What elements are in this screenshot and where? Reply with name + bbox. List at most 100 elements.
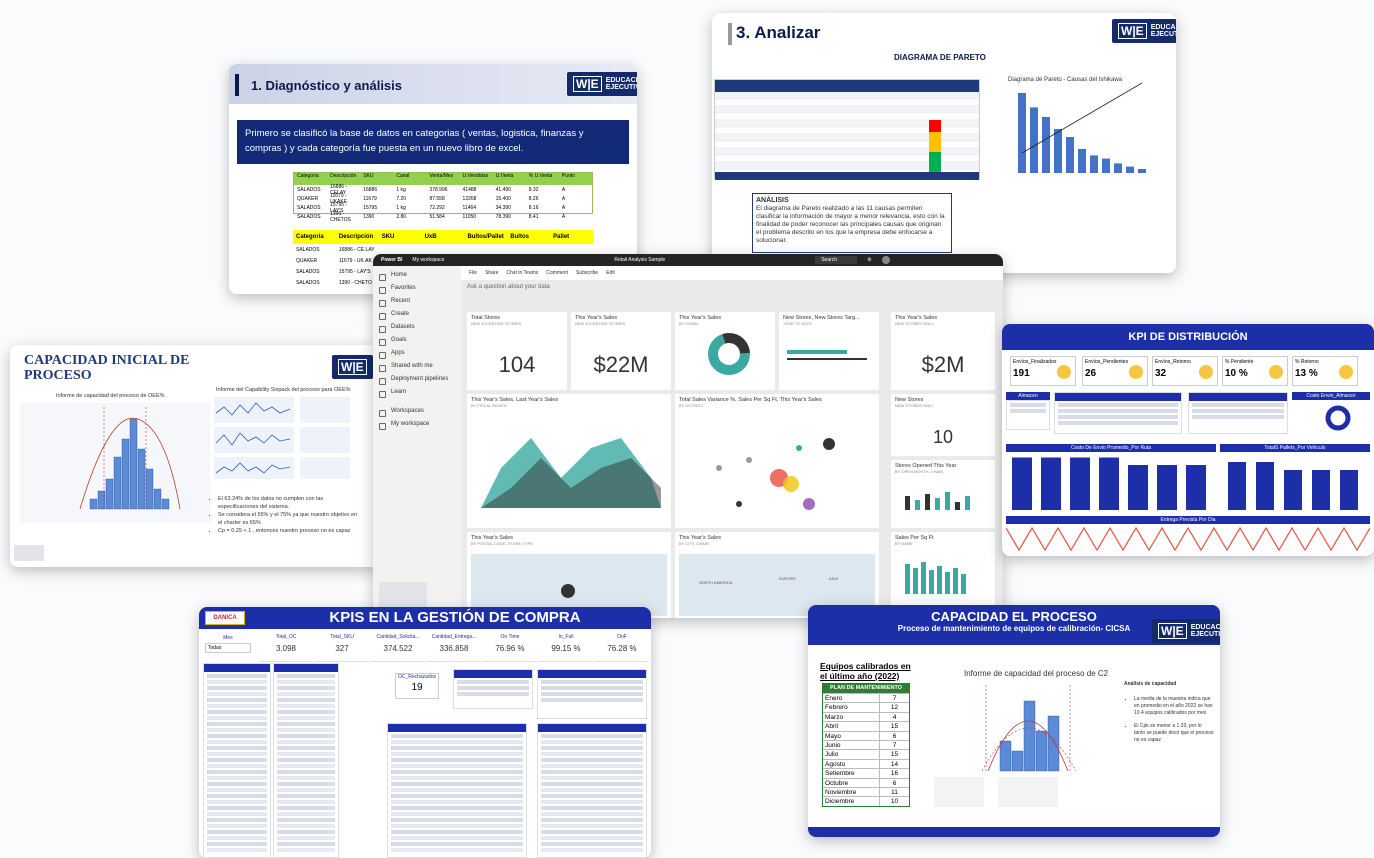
pallet-bar (1228, 462, 1246, 510)
table-cell: SALADOS (297, 213, 321, 220)
pareto-chart: Diagrama de Pareto - Causas del Ishikawa (1008, 77, 1146, 173)
file-menu[interactable]: File (469, 270, 477, 276)
tile-value: 10 (932, 427, 954, 447)
nav-item-workspaces[interactable]: Workspaces (373, 408, 461, 421)
list-item (541, 848, 643, 852)
tile-new-stores[interactable]: New Stores NEW STORES ONLY 10 (891, 394, 995, 456)
list-item (391, 776, 523, 780)
title-line-2: PROCESO (24, 368, 92, 383)
list-item (277, 818, 335, 822)
tile-subtitle: NEW & EXISTING STORES (575, 321, 626, 326)
kpi-label: % Pendiente (1225, 359, 1254, 365)
search-input[interactable]: Search (815, 256, 858, 264)
report-title[interactable]: Retail Analysis Sample (614, 257, 665, 263)
tile-new-stores-target[interactable]: New Stores, New Stores Targ... YEAR TO D… (779, 312, 879, 390)
tile-stores-opened[interactable]: Stores Opened This Year BY OPEN MONTH, C… (891, 460, 995, 528)
chat-in-teams-button[interactable]: Chat in Teams (506, 270, 538, 276)
nav-item-learn[interactable]: Learn (373, 389, 461, 402)
tile-postal-map[interactable]: This Year's Sales BY POSTAL CODE, STORE … (467, 532, 671, 618)
month-cell: Setiembre (825, 770, 855, 778)
settings-gear-icon[interactable]: ⚙ (867, 257, 871, 263)
costo-envio-donut (1325, 405, 1351, 431)
table-row: Setiembre 16 (823, 768, 909, 778)
list-item (391, 794, 523, 798)
costo-ruta-header: Costo De Envio Promedio_Por Ruta (1006, 444, 1216, 452)
tile-new-store-sales[interactable]: This Year's Sales NEW STORES ONLY $2M (891, 312, 995, 390)
histogram-bar (145, 468, 154, 510)
nav-item-create[interactable]: Create (373, 311, 461, 324)
nav-item-recent[interactable]: Recent (373, 298, 461, 311)
list-item (207, 848, 267, 852)
nav-item-shared-with-me[interactable]: Shared with me (373, 363, 461, 376)
kpi-value: 76.96 % (495, 644, 525, 653)
kpi-value: 336.858 (439, 644, 469, 653)
subscribe-button[interactable]: Subscribe (576, 270, 598, 276)
nav-item-apps[interactable]: Apps (373, 350, 461, 363)
nav-item-goals[interactable]: Goals (373, 337, 461, 350)
list-item (541, 776, 643, 780)
kpi-card: Cantidad_Entrega... 336.858 (427, 634, 481, 662)
slide-capacidad-proceso: CAPACIDAD EL PROCESO Proceso de mantenim… (808, 605, 1220, 837)
kpi-card: Cantidad_Solicita... 374.522 (371, 634, 425, 662)
table-row: Abril 15 (823, 721, 909, 731)
kpi-card: On Time 76.96 % (483, 634, 537, 662)
list-item (391, 812, 523, 816)
list-item (207, 680, 267, 684)
pareto-bar (1066, 137, 1074, 173)
emoji-icon (1057, 365, 1071, 379)
kpi-label: Envíos_Retorno (1155, 359, 1191, 365)
month-cell: Marzo (825, 713, 844, 721)
month-cell: Agosto (825, 760, 846, 768)
count-cell: 7 (879, 740, 909, 750)
nav-item-datasets[interactable]: Datasets (373, 324, 461, 337)
histogram-bar (105, 478, 114, 510)
list-item (541, 734, 643, 738)
almacen-list[interactable] (1006, 400, 1050, 430)
pareto-row (714, 105, 980, 114)
table-cell: 34.390 (495, 204, 511, 211)
list-item (207, 788, 267, 792)
tile-subtitle: NEW & EXISTING STORES (471, 321, 522, 326)
table-cell: 1390 (363, 213, 375, 220)
list-item (391, 752, 523, 756)
tile-sales-by-chain[interactable]: This Year's Sales BY CHAIN (675, 312, 775, 390)
tile-scatter-chart[interactable]: Total Sales Variance %, Sales Per Sq Ft,… (675, 394, 879, 528)
powerbi-logo[interactable]: Power BI (381, 257, 402, 263)
qa-input[interactable]: Ask a question about your data (467, 284, 827, 294)
list-item (277, 698, 335, 702)
sqft-bar-chart (905, 562, 966, 594)
column-header: Canal (396, 173, 410, 179)
tile-area-chart[interactable]: This Year's Sales, Last Year's Sales BY … (467, 394, 671, 528)
count-cell: 16 (879, 769, 909, 778)
avatar[interactable] (881, 256, 890, 264)
share-button[interactable]: Share (485, 270, 498, 276)
tile-sales[interactable]: This Year's Sales NEW & EXISTING STORES … (571, 312, 671, 390)
list-item (277, 800, 335, 804)
tile-total-stores[interactable]: Total Stores NEW & EXISTING STORES 104 (467, 312, 567, 390)
table-cell: SALADOS (296, 268, 320, 275)
kpi-card: % Retorno 13 % (1292, 356, 1358, 386)
comment-button[interactable]: Comment (546, 270, 568, 276)
list-item (207, 764, 267, 768)
list-item (207, 698, 267, 702)
kpi-label: On Time (500, 634, 520, 640)
breadcrumb-workspace[interactable]: My workspace (412, 257, 444, 263)
mes-filter-select[interactable]: Todas (205, 643, 251, 653)
nav-item-home[interactable]: Home (373, 272, 461, 285)
pallet-bar (1312, 470, 1330, 510)
table-cell: 8.26 (528, 195, 539, 202)
opened-bar-chart (905, 492, 970, 510)
list-item (207, 734, 267, 738)
edit-button[interactable]: Edit (606, 270, 615, 276)
nav-item-favorites[interactable]: Favorites (373, 285, 461, 298)
nav-item-deployment-pipelines[interactable]: Deployment pipelines (373, 376, 461, 389)
list-item (207, 842, 267, 846)
conclusion-item: Se considera el 55% y el 75% ya que nues… (218, 511, 358, 527)
subcategory-table (537, 723, 647, 858)
we-logo-text: EDUCACIÓN EJECUTIVA (1150, 24, 1176, 38)
list-item (277, 770, 335, 774)
nav-item-my-workspace[interactable]: My workspace (373, 421, 461, 434)
capability-sixpack: Informe del Capability Sixpack del proce… (214, 387, 351, 479)
thumbnail-placeholder (14, 545, 44, 561)
list-item (541, 782, 643, 786)
